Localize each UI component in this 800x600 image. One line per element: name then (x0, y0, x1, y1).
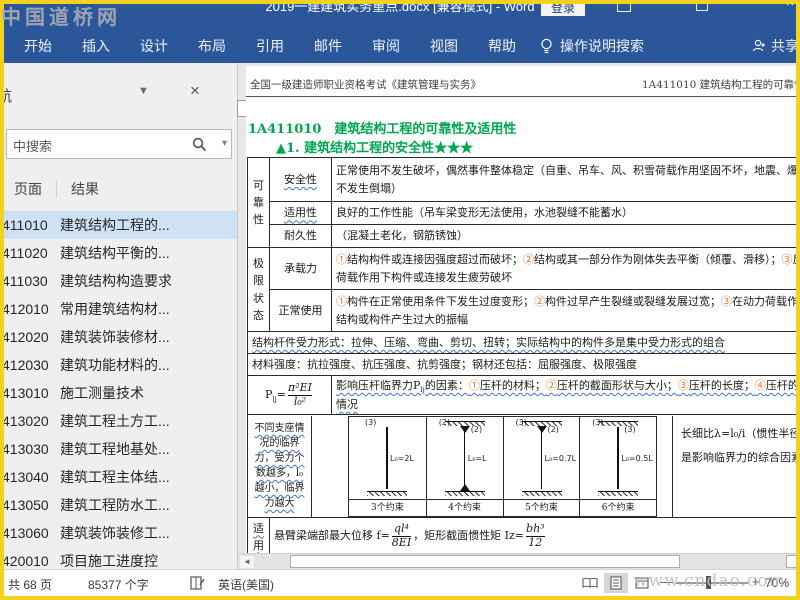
nav-item-420010[interactable]: 420010 项目施工进度控 (0, 547, 237, 570)
nav-item-413040[interactable]: 413040 建筑工程主体结... (0, 463, 237, 491)
column-diagram-fixed-fixed: (3)L₀=0.5L(3) 6个约束 (579, 416, 656, 516)
nav-item-411020[interactable]: 411020 建筑结构平衡的... (0, 239, 237, 267)
tab-home[interactable]: 开始 (24, 36, 52, 56)
tab-design[interactable]: 设计 (140, 36, 168, 56)
diagram-caption: 5个约束 (503, 498, 580, 516)
search-input[interactable]: 中搜索 ▾ (6, 129, 232, 159)
close-icon[interactable]: × (190, 81, 200, 101)
tab-pages[interactable]: 页面 (14, 175, 42, 203)
diagram-caption: 6个约束 (580, 498, 656, 516)
word-window: 2019一建建筑实务重点.docx [兼容模式] - Word 登录 × 开始 … (0, 0, 800, 600)
page-header-left: 全国一级建造师职业资格考试《建筑管理与实务》 (250, 79, 481, 91)
nav-item-413030[interactable]: 413030 建筑工程地基处... (0, 435, 237, 463)
navigation-pane: 导航 ▼ × 中搜索 ▾ 页面 结果 411010建筑结构工程的... 4110… (0, 63, 238, 570)
support-conditions-row: 不同支座情况的临界力，受力个数越多，l₀越小，临界力越大 L₀=2L (3) 3个… (249, 415, 800, 517)
nav-item-412010[interactable]: 412010 常用建筑结构材... (0, 295, 237, 323)
row-label-normal-use: 正常使用 (269, 289, 332, 332)
page-header-right: 1A411010 建筑结构工程的可靠性 (642, 79, 800, 91)
scrollbar-thumb[interactable] (290, 555, 680, 568)
nav-item-413060[interactable]: 413060 建筑装饰装修工... (0, 519, 237, 547)
tab-view[interactable]: 视图 (430, 36, 458, 56)
row-label-serviceability: 适用性 (269, 201, 332, 225)
chevron-down-icon[interactable]: ▼ (138, 85, 149, 97)
diagram-caption: 4个约束 (426, 498, 503, 516)
critical-force-formula: Plj= π²EI l₀² (247, 374, 332, 416)
heading-list: 411010 建筑结构工程的... 411020 建筑结构平衡的... 411030… (0, 211, 237, 570)
row-label-safety: 安全性 (269, 157, 332, 202)
ribbon-tabs: 开始 插入 设计 布局 引用 邮件 审阅 视图 帮助 (24, 33, 516, 59)
proofing-icon[interactable] (190, 576, 206, 590)
language-status[interactable]: 英语(美国) (218, 576, 274, 593)
word-count[interactable]: 85377 个字 (88, 576, 149, 593)
document-page: 全国一级建造师职业资格考试《建筑管理与实务》 1A411010 建筑结构工程的可… (246, 66, 800, 553)
tab-results[interactable]: 结果 (71, 175, 99, 203)
row-material-strength: 材料强度：抗拉强度、抗压强度、抗剪强度；钢材还包括：屈服强度、极限强度 (247, 353, 800, 376)
border-bottom (0, 596, 800, 600)
column-diagram-pinned-pinned: (2)L₀=L(2) 4个约束 (425, 416, 503, 516)
tab-separator (56, 180, 57, 198)
row-text-serviceability: 良好的工作性能（吊车梁变形无法使用，水池裂缝不能蓄水） (331, 201, 800, 225)
nav-item-413020[interactable]: 413020 建筑工程土方工... (0, 407, 237, 435)
share-label: 共享 (771, 38, 799, 54)
nav-item-412020[interactable]: 412020 建筑装饰装修材... (0, 323, 237, 351)
column-diagram-pinned-fixed: (2)L₀=0.7L(3) 5个约束 (502, 416, 580, 516)
person-icon (752, 39, 765, 52)
support-note: 不同支座情况的临界力，受力个数越多，l₀越小，临界力越大 (249, 415, 312, 517)
row-label-bearing: 承载力 (269, 247, 332, 290)
row-label-apply: 适 用 (247, 517, 270, 553)
support-diagrams: L₀=2L(3) 3个约束 (2)L₀=L(2) 4个约束 (2)L₀=0.7L… (312, 415, 672, 517)
row-force-forms: 结构杆件受力形式：拉伸、压缩、弯曲、剪切、扭转；实际结构中的构件多是集中受力形式… (247, 331, 800, 354)
border-left (0, 0, 4, 600)
group-limit-states: 极 限 状 态 (247, 247, 270, 332)
read-mode-button[interactable] (578, 573, 602, 593)
group-reliability: 可 靠 性 (247, 157, 270, 248)
border-right (796, 0, 800, 600)
row-label-durability: 耐久性 (269, 224, 332, 248)
section-heading: 1A411010 建筑结构工程的可靠性及适用性 (248, 122, 517, 137)
print-layout-button[interactable] (604, 573, 628, 593)
row-text-safety: 正常使用不发生破坏，偶然事件整体稳定（自重、吊车、风、积雪荷载作用坚固不坏，地震… (331, 157, 800, 202)
watermark-top-left: 中国道桥网 (1, 5, 121, 29)
lightbulb-icon (541, 38, 552, 53)
content-table: 可 靠 性 安全性 正常使用不发生破坏，偶然事件整体稳定（自重、吊车、风、积雪荷… (247, 157, 800, 553)
share-button[interactable]: 共享 (752, 33, 799, 59)
nav-item-413010[interactable]: 413010 施工测量技术 (0, 379, 237, 407)
header-rule (246, 96, 800, 97)
scroll-left-arrow-icon[interactable]: ◄ (240, 556, 254, 568)
row-text-normal-use: ①构件在正常使用条件下发生过度变形；②构件过早产生裂缝或裂缝发展过宽；③在动力荷… (331, 289, 800, 332)
navigation-tabs: 页面 结果 (14, 175, 99, 203)
row-deflection-formulas: 悬臂梁端部最大位移 f= ql⁴ 8EI ，矩形截面惯性矩 Iz= bh³ 12 (269, 517, 800, 553)
tab-layout[interactable]: 布局 (198, 36, 226, 56)
nav-item-411010[interactable]: 411010 建筑结构工程的... (0, 211, 237, 239)
tab-insert[interactable]: 插入 (82, 36, 110, 56)
horizontal-scrollbar[interactable]: ◄ (238, 553, 800, 569)
column-diagram-cantilever: L₀=2L (3) 3个约束 (349, 417, 426, 516)
nav-item-413050[interactable]: 413050 建筑工程防水工... (0, 491, 237, 519)
tab-mailings[interactable]: 邮件 (314, 36, 342, 56)
nav-item-411030[interactable]: 411030 建筑结构构造要求 (0, 267, 237, 295)
search-icon[interactable] (192, 137, 207, 152)
row-text-bearing: ①结构构件或连接因强度超过而破坏；②结构或其一部分作为刚体失去平衡（倾覆、滑移）… (331, 247, 800, 290)
nav-item-412030[interactable]: 412030 建筑功能材料的... (0, 351, 237, 379)
search-input-text: 中搜索 (13, 139, 53, 154)
watermark-bottom-right: www.cndao.com (633, 571, 786, 591)
tell-me-search[interactable]: 操作说明搜索 (540, 33, 644, 59)
section-subheading: ▲1. 建筑结构工程的安全性★★★ (276, 141, 474, 156)
page-count[interactable]: 共 68 页 (8, 576, 52, 593)
tell-me-label: 操作说明搜索 (560, 38, 644, 54)
tab-help[interactable]: 帮助 (488, 36, 516, 56)
diagram-caption: 3个约束 (349, 498, 426, 516)
tab-references[interactable]: 引用 (256, 36, 284, 56)
tab-review[interactable]: 审阅 (372, 36, 400, 56)
critical-force-factors: 影响压杆临界力Plj的因素：①压杆的材料；②压杆的截面形状与大小；③压杆的长度；… (331, 374, 800, 416)
slenderness-note: 长细比λ=l₀/i（惯性半径）是影响临界力的综合因素 (672, 415, 800, 517)
search-options-chevron-icon[interactable]: ▾ (222, 138, 227, 149)
row-text-durability: （混凝土老化，钢筋锈蚀） (331, 224, 800, 248)
